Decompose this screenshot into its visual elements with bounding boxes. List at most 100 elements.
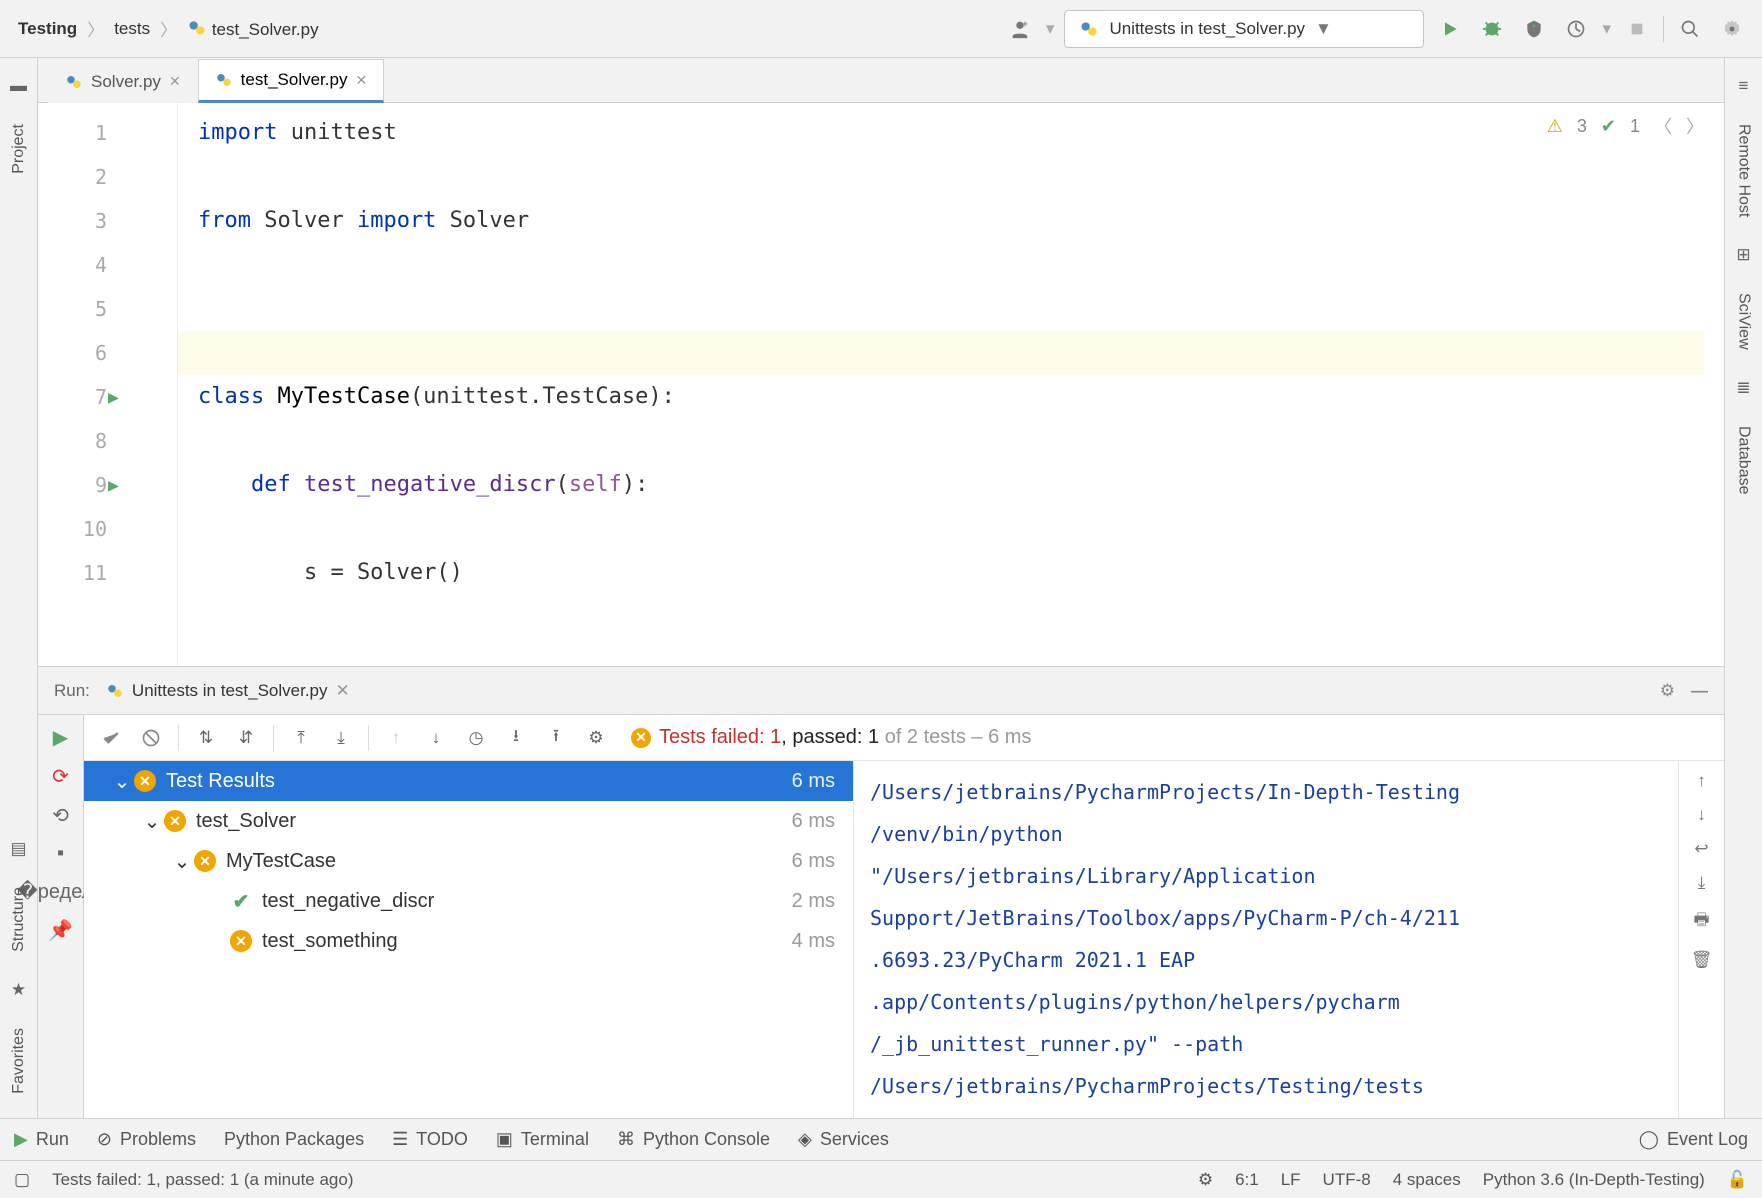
add-config-icon[interactable] (1004, 13, 1036, 45)
tree-leaf[interactable]: ✔ test_negative_discr 2 ms (84, 881, 853, 921)
print-icon[interactable]: 🖶 (1693, 907, 1709, 936)
tree-node[interactable]: ⌄ ✕ test_Solver 6 ms (84, 801, 853, 841)
sort-az-icon[interactable]: ⇅ (189, 721, 223, 755)
file-encoding[interactable]: UTF-8 (1323, 1170, 1371, 1190)
toggle-auto-icon[interactable]: ⟲ (52, 803, 69, 828)
favorites-icon[interactable]: ★ (11, 980, 26, 1000)
run-config-tab[interactable]: Unittests in test_Solver.py ✕ (106, 681, 350, 701)
coverage-button[interactable] (1518, 13, 1550, 45)
next-failed-icon[interactable]: ↓ (419, 721, 453, 755)
next-highlight-icon[interactable]: 〉 (1686, 113, 1704, 139)
tab-label: test_Solver.py (241, 70, 348, 90)
close-icon[interactable]: ✕ (336, 681, 350, 701)
run-gutter-icon[interactable]: ▶ (108, 475, 119, 496)
tree-leaf[interactable]: ✕ test_something 4 ms (84, 921, 853, 961)
project-tool-button[interactable]: Project (10, 118, 28, 180)
export-icon[interactable]: ⭱ (539, 721, 573, 755)
close-icon[interactable]: ✕ (169, 73, 181, 90)
inspection-widget[interactable]: ⚠3 ✔1 〈 〉 (1547, 113, 1704, 139)
run-button[interactable] (1434, 13, 1466, 45)
sciview-tool-button[interactable]: SciView (1735, 287, 1753, 356)
run-gutter-icon[interactable]: ▶ (108, 387, 119, 408)
show-passed-icon[interactable] (94, 721, 128, 755)
caret-position[interactable]: 6:1 (1235, 1170, 1259, 1190)
prev-failed-icon[interactable]: ↑ (379, 721, 413, 755)
event-log-tool-button[interactable]: ◯Event Log (1639, 1129, 1748, 1150)
breadcrumb-file[interactable]: test_Solver.py (183, 16, 323, 42)
project-icon[interactable]: ▬ (10, 76, 27, 96)
history-icon[interactable]: ◷ (459, 721, 493, 755)
python-file-icon (187, 18, 207, 38)
pin-icon[interactable]: 📌 (48, 918, 73, 943)
remote-host-icon[interactable]: ≡ (1739, 76, 1749, 96)
test-console-output[interactable]: /Users/jetbrains/PycharmProjects/In-Dept… (854, 761, 1678, 1118)
run-title: Run: (54, 681, 90, 701)
clear-icon[interactable]: 🗑 (1691, 950, 1713, 970)
debug-button[interactable] (1476, 13, 1508, 45)
python-console-tool-button[interactable]: ⌘Python Console (617, 1129, 770, 1150)
run-side-toolbar: ▶ ⟳ ⟲ ▪ �редель 📌 (38, 715, 84, 1118)
tab-test-solver[interactable]: test_Solver.py ✕ (198, 59, 385, 103)
favorites-tool-button[interactable]: Favorites (10, 1022, 28, 1100)
code-area[interactable]: import unittest from Solver import Solve… (178, 103, 1724, 666)
problems-tool-button[interactable]: ⊘Problems (97, 1129, 196, 1150)
todo-tool-button[interactable]: ☰TODO (392, 1129, 468, 1150)
collapse-all-icon[interactable]: ⤓ (324, 721, 358, 755)
profile-button[interactable] (1560, 13, 1592, 45)
python-packages-tool-button[interactable]: Python Packages (224, 1129, 364, 1150)
structure-icon[interactable]: ▤ (10, 839, 26, 859)
expand-all-icon[interactable]: ⤒ (284, 721, 318, 755)
terminal-tool-button[interactable]: ▣Terminal (496, 1129, 589, 1150)
editor-gutter[interactable]: 1 2 3 4 5 6 ▶7 8 ▶9 10 11 (38, 103, 178, 666)
line-endings[interactable]: LF (1281, 1170, 1301, 1190)
code-editor[interactable]: 1 2 3 4 5 6 ▶7 8 ▶9 10 11 import unittes… (38, 103, 1724, 666)
tree-node[interactable]: ⌄ ✕ MyTestCase 6 ms (84, 841, 853, 881)
breadcrumb: Testing 〉 tests 〉 test_Solver.py (14, 16, 323, 42)
fail-status-icon: ✕ (631, 728, 651, 748)
lock-icon[interactable]: 🔓 (1727, 1170, 1748, 1190)
structure-tool-button[interactable]: Structure (10, 881, 28, 958)
run-config-selector[interactable]: Unittests in test_Solver.py ▼ (1064, 10, 1424, 48)
scroll-end-icon[interactable]: ⤓ (1698, 873, 1706, 893)
settings-icon[interactable] (1716, 13, 1748, 45)
chevron-down-icon[interactable]: ⌄ (140, 809, 164, 834)
show-ignored-icon[interactable] (134, 721, 168, 755)
rerun-failed-icon[interactable]: ⟳ (52, 764, 69, 789)
tab-solver[interactable]: Solver.py ✕ (48, 59, 198, 103)
run-tool-button[interactable]: ▶Run (14, 1129, 69, 1150)
softwrap-icon[interactable]: ↩ (1694, 839, 1708, 859)
test-tree[interactable]: ⌄ ✕ Test Results 6 ms ⌄ ✕ test_Solver 6 … (84, 761, 854, 1118)
breadcrumb-folder[interactable]: tests (110, 17, 154, 41)
fail-icon: ✕ (230, 930, 252, 952)
search-icon[interactable] (1674, 13, 1706, 45)
chevron-down-icon[interactable]: ⌄ (110, 769, 134, 794)
prev-highlight-icon[interactable]: 〈 (1654, 113, 1672, 139)
chevron-down-icon[interactable]: ⌄ (170, 849, 194, 874)
toolwindow-quick-icon[interactable]: ▢ (14, 1170, 30, 1190)
background-tasks-icon[interactable]: ⚙ (1198, 1170, 1213, 1190)
down-icon[interactable]: ↓ (1697, 805, 1706, 825)
fail-icon: ✕ (134, 770, 156, 792)
sort-duration-icon[interactable]: ⇵ (229, 721, 263, 755)
gear-icon[interactable]: ⚙ (1660, 681, 1675, 701)
import-icon[interactable]: ⭳ (499, 721, 533, 755)
status-message: Tests failed: 1, passed: 1 (a minute ago… (52, 1170, 353, 1190)
stop-button[interactable] (1621, 13, 1653, 45)
breadcrumb-root[interactable]: Testing (14, 17, 81, 41)
tree-node-root[interactable]: ⌄ ✕ Test Results 6 ms (84, 761, 853, 801)
close-icon[interactable]: ✕ (355, 72, 367, 89)
services-tool-button[interactable]: ◈Services (798, 1129, 889, 1150)
console-side-toolbar: ↑ ↓ ↩ ⤓ 🖶 🗑 (1678, 761, 1724, 1118)
stop-icon[interactable]: ▪ (57, 842, 64, 865)
database-tool-button[interactable]: Database (1735, 420, 1753, 501)
remote-host-tool-button[interactable]: Remote Host (1735, 118, 1753, 223)
sciview-icon[interactable]: ⊞ (1736, 245, 1750, 265)
up-icon[interactable]: ↑ (1697, 771, 1706, 791)
minimize-icon[interactable]: — (1691, 681, 1708, 701)
database-icon[interactable]: ≣ (1736, 378, 1750, 398)
indent-settings[interactable]: 4 spaces (1393, 1170, 1461, 1190)
settings-icon[interactable]: ⚙ (579, 721, 613, 755)
rerun-icon[interactable]: ▶ (53, 725, 68, 750)
python-interpreter[interactable]: Python 3.6 (In-Depth-Testing) (1483, 1170, 1705, 1190)
editor-tabs: Solver.py ✕ test_Solver.py ✕ (38, 58, 1724, 103)
